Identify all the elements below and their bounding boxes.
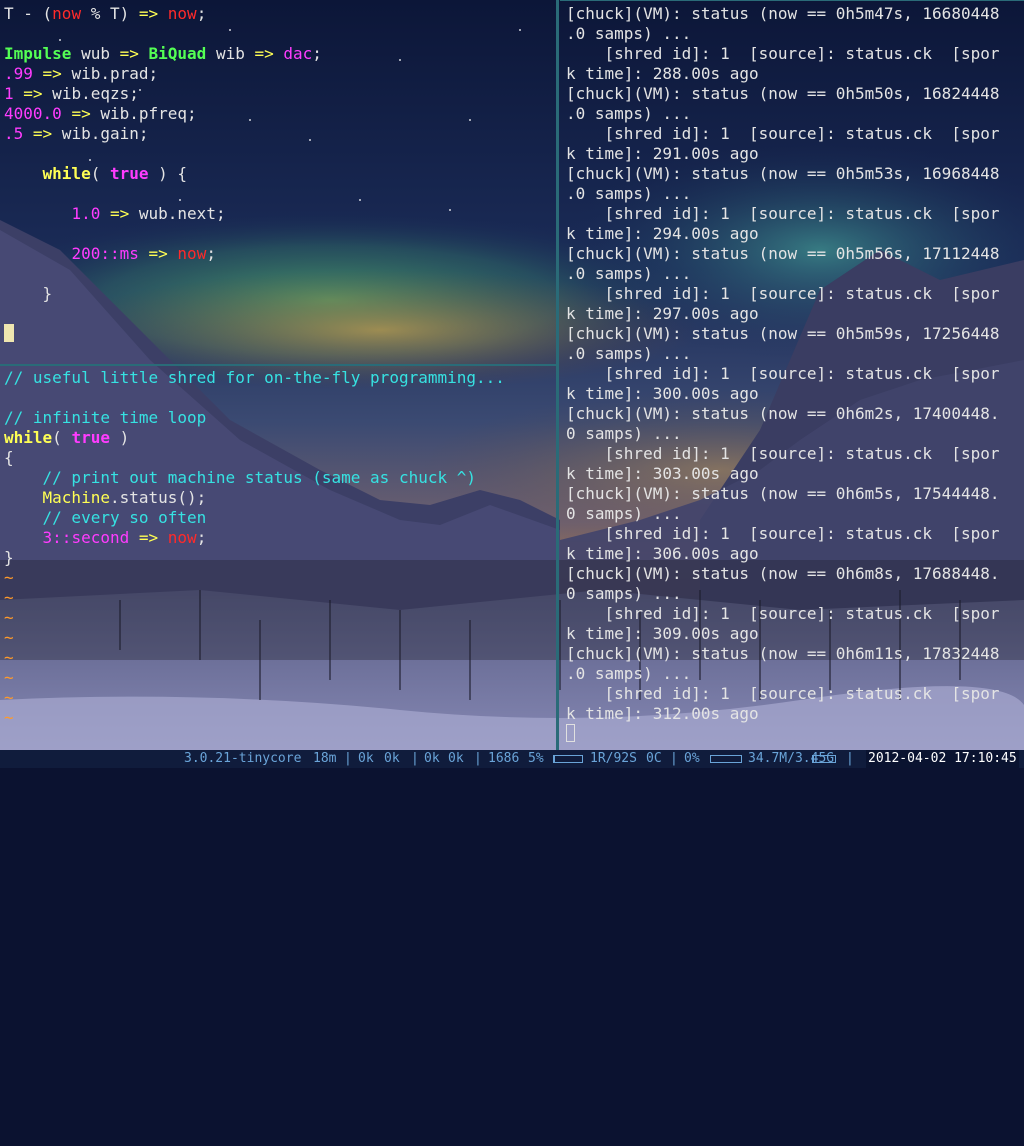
editor-pane-top[interactable]: T - (now % T) => now; Impulse wub => BiQ… [0,0,555,364]
empty-line-tilde: ~ [4,648,14,667]
console-line: .0 samps) ... [566,264,691,283]
horizontal-pane-divider[interactable] [0,364,556,366]
console-line: [shred id]: 1 [source]: status.ck [spor [566,364,999,383]
console-line: [chuck](VM): status (now == 0h5m47s, 166… [566,4,999,23]
editor-pane-bottom[interactable]: // useful little shred for on-the-fly pr… [0,366,555,750]
cpu-meter-fill [554,756,555,762]
code-line: // print out machine status (same as chu… [4,468,476,487]
separator: | [670,750,678,768]
code-buffer-bottom[interactable]: // useful little shred for on-the-fly pr… [4,368,555,728]
empty-line-tilde: ~ [4,668,14,687]
empty-line-tilde: ~ [4,568,14,587]
net-rate-1: 0k [358,750,374,768]
console-line: k time]: 297.00s ago [566,304,759,323]
uptime: 18m [313,750,336,768]
console-line: [chuck](VM): status (now == 0h5m56s, 171… [566,244,999,263]
code-line: 4000.0 => wib.pfreq; [4,104,197,123]
code-line: // infinite time loop [4,408,206,427]
console-line: [shred id]: 1 [source]: status.ck [spor [566,524,999,543]
console-line: k time]: 306.00s ago [566,544,759,563]
empty-line-tilde: ~ [4,628,14,647]
code-line: } [4,284,52,303]
console-line: [shred id]: 1 [source]: status.ck [spor [566,684,999,703]
net-rate-4: 0k [448,750,464,768]
swap-percent: 0% [684,750,700,768]
cpu-frequency: 1686 [488,750,519,768]
console-line: k time]: 288.00s ago [566,64,759,83]
console-output[interactable]: [chuck](VM): status (now == 0h5m47s, 166… [566,4,1024,744]
console-line: [chuck](VM): status (now == 0h5m50s, 168… [566,84,999,103]
console-line: [chuck](VM): status (now == 0h5m53s, 169… [566,164,999,183]
code-buffer-top[interactable]: T - (now % T) => now; Impulse wub => BiQ… [4,4,555,344]
separator: | [474,750,482,768]
code-line: .99 => wib.prad; [4,64,158,83]
right-pane-top-border [560,0,1024,1]
code-line: 1 => wib.eqzs; [4,84,139,103]
code-line: while( true ) { [4,164,187,183]
net-rate-2: 0k [384,750,400,768]
console-line: [chuck](VM): status (now == 0h6m11s, 178… [566,644,999,663]
console-line: [chuck](VM): status (now == 0h6m8s, 1768… [566,564,999,583]
console-line: [shred id]: 1 [source]: status.ck [spor [566,44,999,63]
console-line: .0 samps) ... [566,184,691,203]
console-line: 0 samps) ... [566,504,682,523]
console-line: k time]: 303.00s ago [566,464,759,483]
process-load: 1R/92S [590,750,637,768]
console-line: 0 samps) ... [566,424,682,443]
clock: 2012-04-02 17:10:45 [866,750,1019,768]
console-cursor [566,724,575,742]
console-line: [chuck](VM): status (now == 0h6m2s, 1740… [566,404,999,423]
console-line: k time]: 300.00s ago [566,384,759,403]
console-line: [chuck](VM): status (now == 0h5m59s, 172… [566,324,999,343]
console-line: [shred id]: 1 [source]: status.ck [spor [566,124,999,143]
code-line: // every so often [4,508,206,527]
code-line: Impulse wub => BiQuad wib => dac; [4,44,322,63]
code-line: // useful little shred for on-the-fly pr… [4,368,505,387]
console-line: k time]: 291.00s ago [566,144,759,163]
console-line: k time]: 312.00s ago [566,704,759,723]
code-line: 200::ms => now; [4,244,216,263]
vertical-pane-divider[interactable] [556,0,559,750]
separator: | [411,750,419,768]
console-line: k time]: 294.00s ago [566,224,759,243]
cpu-percent: 5% [528,750,544,768]
net-rate-3: 0k [424,750,440,768]
console-line: [shred id]: 1 [source]: status.ck [spor [566,444,999,463]
code-line: T - (now % T) => now; [4,4,206,23]
console-pane[interactable]: [chuck](VM): status (now == 0h5m47s, 166… [560,0,1024,750]
code-line: 3::second => now; [4,528,206,547]
console-line: [shred id]: 1 [source]: status.ck [spor [566,204,999,223]
console-line: .0 samps) ... [566,344,691,363]
code-line: .5 => wib.gain; [4,124,149,143]
console-line: .0 samps) ... [566,24,691,43]
empty-line-tilde: ~ [4,708,14,727]
separator: | [344,750,352,768]
console-line: .0 samps) ... [566,104,691,123]
empty-line-tilde: ~ [4,588,14,607]
console-line: [shred id]: 1 [source]: status.ck [spor [566,284,999,303]
code-line: } [4,548,14,567]
console-line: .0 samps) ... [566,664,691,683]
console-line: [shred id]: 1 [source]: status.ck [spor [566,604,999,623]
swap-meter [710,755,742,763]
empty-line-markers: ~ ~ ~ ~ ~ ~ ~ ~ [4,568,14,727]
cpu-temperature: 0C [646,750,662,768]
text-cursor [4,324,14,342]
code-line: 1.0 => wub.next; [4,204,226,223]
kernel-version: 3.0.21-tinycore [184,750,301,768]
console-line: 0 samps) ... [566,584,682,603]
separator: | [846,750,854,768]
empty-line-tilde: ~ [4,688,14,707]
status-bar: 3.0.21-tinycore 18m | 0k 0k | 0k 0k | 16… [0,750,1024,768]
cpu-meter [553,755,583,763]
code-line: Machine.status(); [4,488,206,507]
empty-line-tilde: ~ [4,608,14,627]
console-line: k time]: 309.00s ago [566,624,759,643]
console-line: [chuck](VM): status (now == 0h6m5s, 1754… [566,484,999,503]
memory-meter [812,755,836,763]
code-line: while( true ) [4,428,129,447]
code-line: { [4,448,14,467]
